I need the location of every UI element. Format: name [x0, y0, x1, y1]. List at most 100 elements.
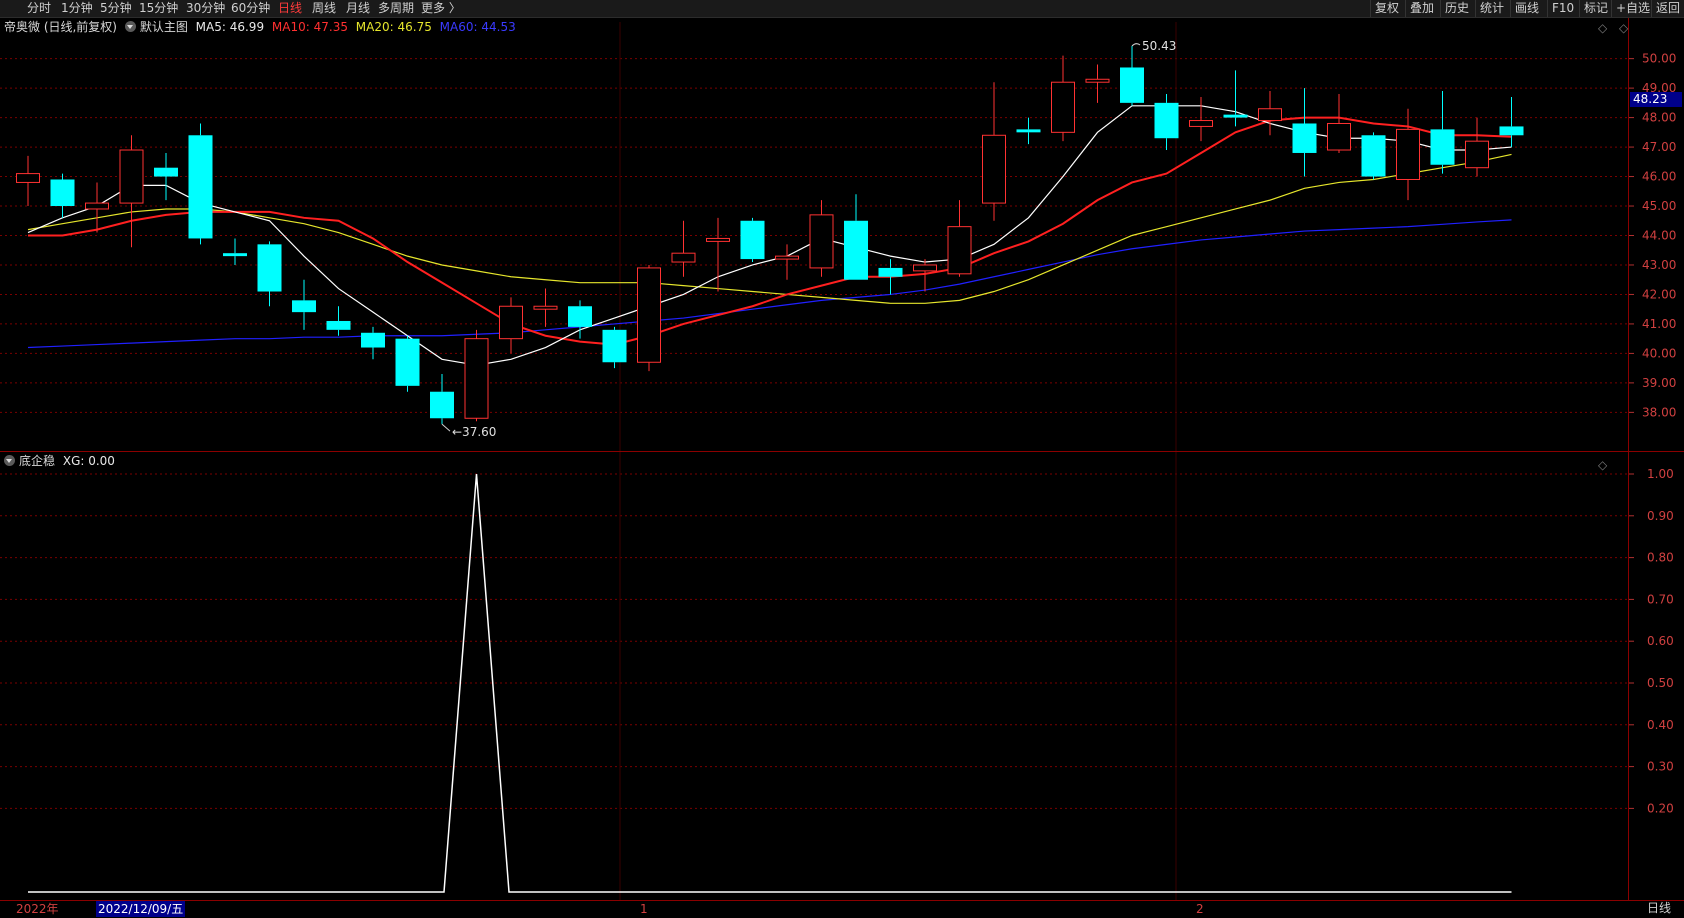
ma60-line — [27, 219, 1512, 349]
candle-body-down — [223, 253, 247, 257]
candle-body-up — [499, 305, 523, 340]
bottom-divider — [0, 900, 1684, 901]
period-tab-3[interactable]: 15分钟 — [139, 0, 178, 17]
main-legend: 帝奥微 (日线,前复权) 默认主图 MA5: 46.99 MA10: 47.35… — [4, 19, 520, 35]
price-tick-label: 50.00 — [1642, 52, 1676, 66]
tool-button-2[interactable]: 历史 — [1440, 0, 1473, 17]
candle-body-down — [50, 179, 75, 207]
last-price-tag: 48.23 — [1630, 92, 1682, 107]
x-label-year: 2022年 — [16, 902, 59, 916]
candle-body-down — [844, 220, 868, 280]
panel-controls[interactable]: ◇ ◇ — [1598, 21, 1632, 35]
low-label: ←37.60 — [452, 425, 496, 439]
candle-body-down — [430, 391, 454, 419]
price-tick-label: 43.00 — [1642, 258, 1676, 272]
price-tick-label: 47.00 — [1642, 140, 1676, 154]
candle-body-down — [1154, 102, 1179, 139]
candle-body-down — [188, 135, 213, 239]
tool-button-7[interactable]: +自选 — [1611, 0, 1654, 17]
period-tab-2[interactable]: 5分钟 — [100, 0, 132, 17]
sub-tick-label: 0.90 — [1647, 509, 1674, 523]
template-label[interactable]: 默认主图 — [140, 20, 188, 34]
candle-body-up — [671, 252, 696, 263]
ma10-label: MA10: 47.35 — [271, 20, 348, 34]
candle-body-up — [85, 202, 109, 210]
period-tab-8[interactable]: 月线 — [346, 0, 370, 17]
tool-button-0[interactable]: 复权 — [1370, 0, 1403, 17]
period-tab-4[interactable]: 30分钟 — [186, 0, 225, 17]
candle-body-down — [154, 167, 178, 177]
low-marker — [441, 423, 451, 432]
period-toolbar: 分时 1分钟 5分钟 15分钟 30分钟 60分钟 日线 周线 月线 多周期 更多 〉 复权 叠加 历史统… — [0, 0, 1684, 18]
price-tick-label: 40.00 — [1642, 346, 1676, 360]
price-tick-label: 44.00 — [1642, 229, 1676, 243]
ma10-line — [28, 116, 1512, 346]
candle-body-up — [706, 237, 730, 242]
sub-tick-label: 1.00 — [1647, 467, 1674, 481]
ma60-label: MA60: 44.53 — [439, 20, 516, 34]
period-tab-10[interactable]: 更多 〉 — [421, 0, 461, 17]
tool-button-3[interactable]: 统计 — [1475, 0, 1508, 17]
price-tick-label: 48.00 — [1642, 111, 1676, 125]
candle-body-down — [1361, 135, 1386, 177]
candle-body-down — [568, 306, 592, 327]
candle-body-down — [740, 220, 765, 260]
candle-body-up — [982, 134, 1006, 204]
candle-body-up — [775, 255, 799, 260]
candle-body-down — [361, 332, 385, 348]
price-tick-label: 42.00 — [1642, 287, 1676, 301]
x-label-month-2: 2 — [1196, 902, 1204, 916]
stock-name[interactable]: 帝奥微 (日线,前复权) — [4, 20, 117, 34]
tool-button-8[interactable]: 返回 — [1651, 0, 1684, 17]
candle-body-down — [1016, 129, 1041, 133]
period-tab-7[interactable]: 周线 — [312, 0, 336, 17]
sub-tick-label: 0.30 — [1647, 760, 1674, 774]
candle-body-up — [533, 305, 558, 310]
candle-body-down — [1292, 123, 1317, 153]
period-tab-9[interactable]: 多周期 — [378, 0, 414, 17]
tool-button-6[interactable]: 标记 — [1579, 0, 1612, 17]
candle-body-up — [913, 264, 937, 272]
candle-body-down — [1223, 114, 1248, 118]
candle-body-down — [1120, 67, 1144, 103]
candle-body-up — [1085, 78, 1110, 83]
high-label: 50.43 — [1142, 39, 1176, 53]
candle-body-up — [1189, 120, 1213, 127]
period-tab-1[interactable]: 1分钟 — [61, 0, 93, 17]
candle-body-up — [1258, 108, 1282, 122]
candle-body-up — [809, 214, 834, 269]
candle-body-down — [1499, 126, 1524, 136]
candle-body-down — [292, 300, 316, 313]
indicator-dropdown-icon[interactable] — [4, 455, 15, 466]
tool-button-4[interactable]: 画线 — [1510, 0, 1543, 17]
sub-tick-label: 0.70 — [1647, 592, 1674, 606]
sub-legend: 底企稳 XG: 0.00 — [4, 453, 119, 469]
candle-body-down — [395, 338, 420, 386]
indicator-name[interactable]: 底企稳 — [19, 454, 55, 468]
candle-body-up — [947, 226, 972, 275]
candle-body-down — [326, 320, 351, 330]
ma20-label: MA20: 46.75 — [355, 20, 432, 34]
period-tab-5[interactable]: 60分钟 — [231, 0, 270, 17]
candle-body-up — [1327, 122, 1351, 151]
dropdown-icon[interactable] — [124, 21, 136, 32]
tool-button-1[interactable]: 叠加 — [1405, 0, 1438, 17]
high-marker — [1131, 43, 1141, 47]
candle-body-up — [119, 149, 144, 204]
candle-body-up — [1465, 140, 1489, 169]
price-tick-label: 45.00 — [1642, 199, 1676, 213]
price-tick-label: 46.00 — [1642, 170, 1676, 184]
panel-divider — [0, 451, 1684, 452]
candle-body-up — [16, 173, 40, 183]
period-tab-0[interactable]: 分时 — [27, 0, 51, 17]
period-indicator[interactable]: 日线 — [1635, 900, 1671, 917]
sub-panel-control[interactable]: ◇ — [1598, 458, 1607, 472]
sub-tick-label: 0.20 — [1647, 801, 1674, 815]
price-tick-label: 39.00 — [1642, 376, 1676, 390]
date-cursor-tag: 2022/12/09/五 — [96, 901, 186, 917]
sub-tick-label: 0.80 — [1647, 551, 1674, 565]
tool-button-5[interactable]: F10 — [1547, 0, 1578, 17]
x-label-month-1: 1 — [640, 902, 648, 916]
candle-body-down — [878, 267, 903, 277]
period-tab-6[interactable]: 日线 — [278, 0, 302, 17]
